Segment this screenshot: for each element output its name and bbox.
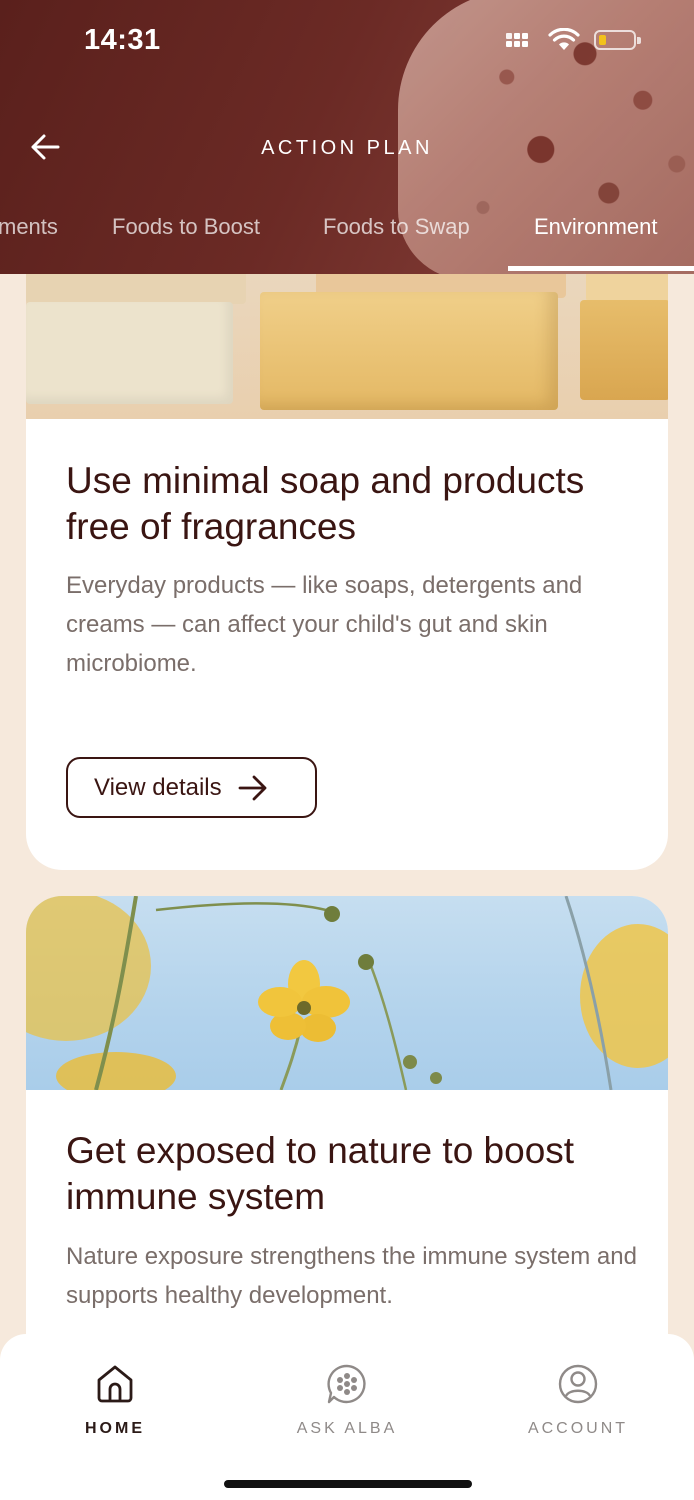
tab-foods-to-swap[interactable]: Foods to Swap [323,214,470,240]
wifi-icon [548,28,580,50]
card-description: Nature exposure strengthens the immune s… [66,1243,637,1309]
status-time: 14:31 [84,24,161,56]
nav-ask-alba[interactable]: ASK ALBA [247,1362,447,1438]
active-tab-indicator [508,266,694,271]
tab-environment[interactable]: Environment [534,214,658,240]
nav-home[interactable]: HOME [15,1362,215,1438]
action-card: Use minimal soap and products free of fr… [26,274,668,870]
arrow-right-icon [238,775,267,800]
yellow-flowers-image [26,896,668,1090]
tab-bar: ments Foods to Boost Foods to Swap Envir… [0,210,694,274]
account-icon [558,1364,598,1404]
cellular-signal-icon [506,29,534,51]
page-title: ACTION PLAN [261,137,433,159]
card-title: Get exposed to nature to boost immune sy… [66,1130,575,1217]
tab-foods-to-boost[interactable]: Foods to Boost [112,214,260,240]
view-details-label: View details [94,773,222,801]
tab-treatments[interactable]: ments [0,214,58,240]
card-description: Everyday products — like soaps, detergen… [66,572,583,677]
nav-home-label: HOME [85,1420,145,1437]
action-card: Get exposed to nature to boost immune sy… [26,896,668,1366]
nav-account-label: ACCOUNT [527,1420,629,1437]
status-icons [506,28,642,52]
nav-account[interactable]: ACCOUNT [478,1362,678,1438]
view-details-button[interactable]: View details [66,757,317,818]
header: 14:31 ACTION PLAN ments Foods to Boost F… [0,0,694,274]
home-indicator [224,1480,472,1488]
flowers-illustration [26,896,668,1090]
bottom-navigation: HOME ASK ALBA ACCOUNT [0,1334,694,1500]
nav-ask-alba-label: ASK ALBA [296,1420,398,1437]
chat-bubble-icon [327,1364,366,1404]
card-title: Use minimal soap and products free of fr… [66,460,585,547]
soap-bars-image [26,274,668,419]
home-icon [97,1365,133,1403]
battery-icon [594,28,642,52]
